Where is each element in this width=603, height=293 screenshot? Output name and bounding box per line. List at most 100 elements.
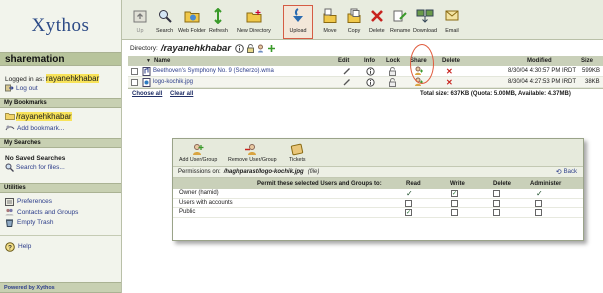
- col-info[interactable]: Info: [364, 56, 375, 66]
- upload-button[interactable]: Upload: [283, 5, 313, 39]
- permission-checkbox[interactable]: [493, 190, 500, 197]
- permission-row: Owner (hamid) ✓ ✓ ✓: [173, 189, 583, 199]
- file-size: 38KB: [585, 79, 600, 85]
- lock-icon[interactable]: [388, 66, 397, 76]
- logout-icon: [5, 84, 14, 92]
- permission-principal: Owner (hamid): [179, 190, 219, 197]
- searches-header: My Searches: [0, 138, 121, 148]
- modified-date: 8/30/04 4:27:53 PM IRDT: [508, 79, 577, 85]
- image-file-icon: [142, 77, 151, 87]
- delete-icon[interactable]: ✕: [446, 77, 453, 87]
- permission-checkbox[interactable]: [405, 199, 412, 207]
- bookmark-item[interactable]: /rayanehkhabar: [0, 110, 121, 122]
- add-bookmark-link[interactable]: Add bookmark...: [0, 122, 121, 134]
- file-name-link[interactable]: logo-kochik.jpg: [153, 77, 193, 87]
- move-icon: [322, 6, 338, 26]
- permission-checkbox[interactable]: [535, 199, 542, 207]
- permission-checkbox[interactable]: [451, 199, 458, 207]
- total-size: Total size: 637KB (Quota: 5.00MB, Availa…: [420, 91, 571, 97]
- permission-checkbox[interactable]: [535, 209, 542, 216]
- svg-text:?: ?: [8, 244, 12, 251]
- permit-header: Permit these selected Users and Groups t…: [257, 180, 382, 187]
- username: rayanehkhabar: [45, 74, 100, 83]
- remove-user-group-button[interactable]: Remove User/Group: [228, 142, 277, 163]
- col-administer: Administer: [530, 180, 562, 187]
- permission-checkbox[interactable]: [451, 209, 458, 216]
- permission-principal: Users with accounts: [179, 199, 233, 206]
- back-link[interactable]: ⟲ Back: [556, 167, 577, 177]
- permission-checkbox[interactable]: [493, 209, 500, 216]
- file-row[interactable]: Beethoven's Symphony No. 9 (Scherzo).wma…: [128, 66, 603, 77]
- up-button[interactable]: Up: [133, 6, 147, 38]
- sidebar-divider: [0, 235, 121, 236]
- permission-checkbox[interactable]: ✓: [405, 209, 412, 216]
- lock-icon[interactable]: [388, 77, 397, 87]
- upload-icon: [291, 6, 305, 26]
- search-files-link[interactable]: Search for files...: [0, 162, 121, 173]
- dialog-title: Permissions on: /haghparast/logo-kochik.…: [173, 167, 583, 178]
- preferences-icon: [5, 197, 14, 206]
- utilities-header: Utilities: [0, 183, 121, 193]
- delete-button[interactable]: Delete: [369, 6, 385, 38]
- refresh-button[interactable]: Refresh: [209, 6, 228, 38]
- refresh-icon: [211, 6, 225, 26]
- search-icon: [5, 163, 14, 172]
- remove-user-icon: [244, 142, 260, 157]
- permissions-header: Permit these selected Users and Groups t…: [173, 178, 583, 189]
- share-icon[interactable]: [257, 44, 266, 53]
- preferences-link[interactable]: Preferences: [0, 196, 121, 207]
- add-share-icon[interactable]: [267, 44, 276, 53]
- permissions-file-path: /haghparast/logo-kochik.jpg: [223, 169, 304, 175]
- tickets-button[interactable]: Tickets: [289, 142, 306, 163]
- add-bookmark-icon: [5, 124, 15, 132]
- powered-by[interactable]: Powered by Xythos: [0, 282, 121, 293]
- col-size[interactable]: Size: [581, 56, 593, 66]
- dialog-toolbar: Add User/Group Remove User/Group Tickets: [173, 139, 583, 167]
- web-folder-icon: [184, 6, 200, 26]
- download-button[interactable]: Download: [413, 6, 437, 38]
- modified-date: 8/30/04 4:30:57 PM IRDT: [508, 68, 577, 74]
- lock-icon[interactable]: [246, 44, 255, 53]
- permission-row: Public ✓: [173, 208, 583, 218]
- new-directory-button[interactable]: New Directory: [237, 6, 271, 38]
- sharemation-band: sharemation: [0, 52, 121, 66]
- info-icon[interactable]: [366, 77, 375, 87]
- col-name[interactable]: ▼ Name: [146, 56, 170, 66]
- sidebar: Xythos sharemation Logged in as: rayaneh…: [0, 0, 122, 293]
- edit-icon[interactable]: [343, 77, 351, 87]
- file-type-label: (file): [307, 169, 320, 175]
- move-button[interactable]: Move: [322, 6, 338, 38]
- clear-all-link[interactable]: Clear all: [170, 89, 193, 99]
- logout-link[interactable]: Log out: [0, 83, 121, 93]
- row-checkbox[interactable]: [131, 78, 138, 86]
- info-icon[interactable]: [366, 66, 375, 76]
- web-folder-button[interactable]: Web Folder: [178, 6, 206, 38]
- rename-button[interactable]: Rename: [390, 6, 410, 38]
- info-icon[interactable]: [235, 44, 244, 53]
- col-lock[interactable]: Lock: [386, 56, 400, 66]
- choose-all-link[interactable]: Choose all: [132, 89, 162, 99]
- file-name-link[interactable]: Beethoven's Symphony No. 9 (Scherzo).wma: [153, 66, 274, 76]
- col-delete[interactable]: Delete: [442, 56, 460, 66]
- grid-header: ▼ Name Edit Info Lock Share Delete Modifi…: [128, 56, 603, 66]
- search-button[interactable]: Search: [156, 6, 173, 38]
- row-checkbox[interactable]: [131, 67, 138, 75]
- col-read: Read: [406, 180, 421, 187]
- no-saved-searches: No Saved Searches: [5, 155, 66, 162]
- edit-icon[interactable]: [343, 66, 351, 76]
- permission-checkbox[interactable]: ✓: [451, 190, 458, 197]
- col-modified[interactable]: Modified: [527, 56, 552, 66]
- delete-icon[interactable]: ✕: [446, 66, 453, 76]
- add-user-group-button[interactable]: Add User/Group: [179, 142, 217, 163]
- empty-trash-link[interactable]: Empty Trash: [0, 217, 121, 227]
- directory-path: /rayanehkhabar: [160, 43, 232, 54]
- permission-checkbox[interactable]: [493, 199, 500, 207]
- help-link[interactable]: ? Help: [0, 239, 121, 254]
- email-button[interactable]: Email: [445, 6, 459, 38]
- contacts-groups-link[interactable]: Contacts and Groups: [0, 207, 121, 217]
- search-icon: [158, 6, 172, 26]
- file-row[interactable]: logo-kochik.jpg ✕ 8/30/04 4:27:53 PM IRD…: [128, 77, 603, 88]
- copy-button[interactable]: Copy: [346, 6, 362, 38]
- copy-icon: [346, 6, 362, 26]
- col-edit[interactable]: Edit: [338, 56, 349, 66]
